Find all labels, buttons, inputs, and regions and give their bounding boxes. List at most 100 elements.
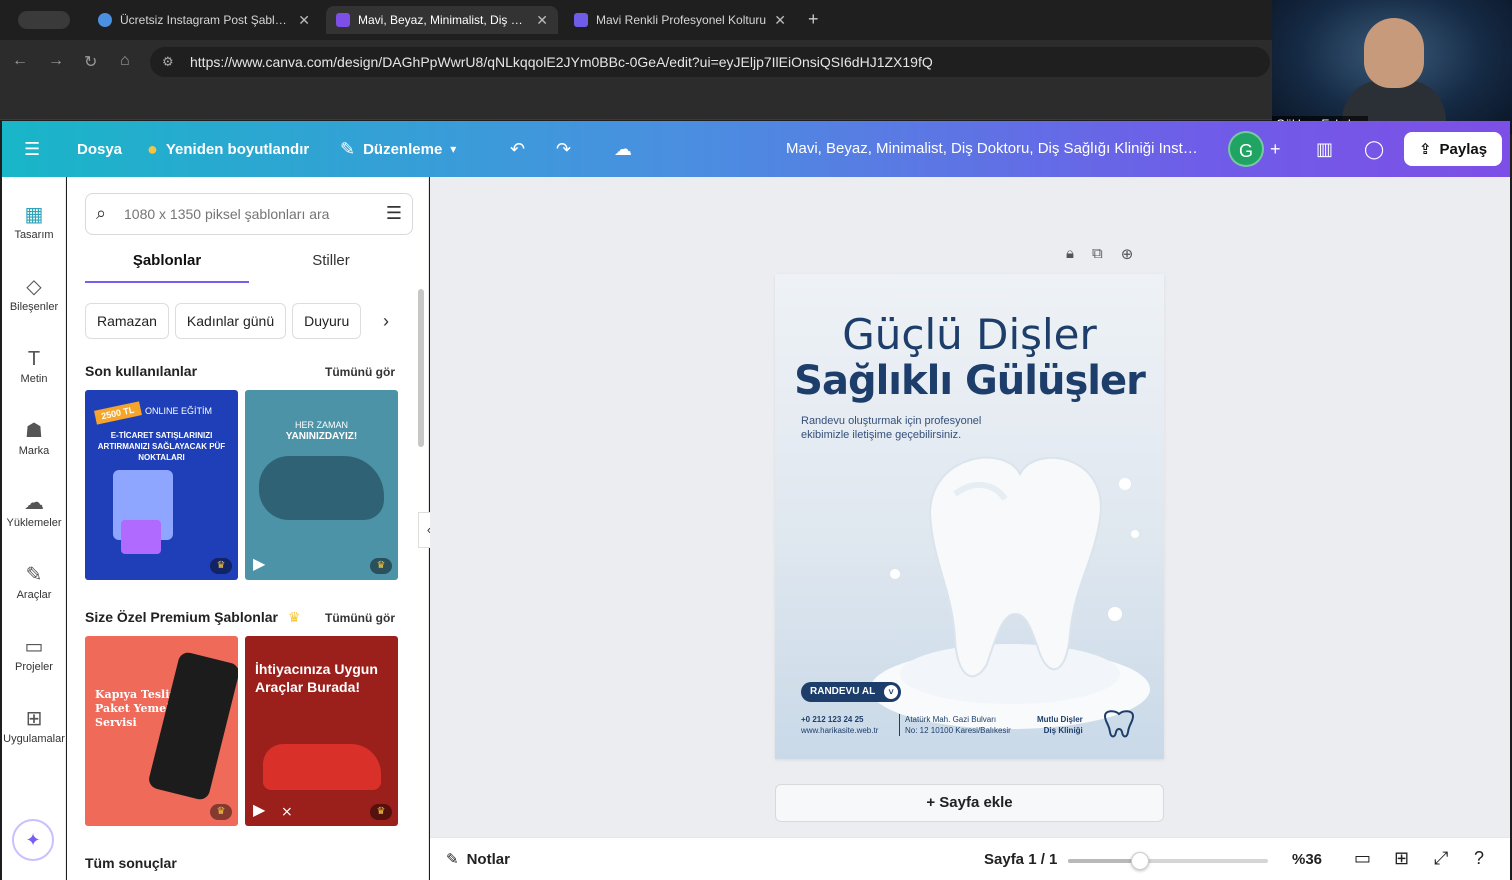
design-page[interactable]: Güçlü Dişler Sağlıklı Gülüşler Randevu o… xyxy=(775,274,1164,759)
tab-title: Mavi Renkli Profesyonel Kolturu xyxy=(596,13,767,27)
premium-title-text: Size Özel Premium Şablonlar xyxy=(85,609,278,625)
home-icon[interactable]: ⌂ xyxy=(120,52,130,70)
browser-tab-3[interactable]: Mavi Renkli Profesyonel Kolturu ✕ xyxy=(564,6,796,34)
design-address[interactable]: Atatürk Mah. Gazi Bulvarı No: 12 10100 K… xyxy=(905,714,1011,736)
rail-item-design[interactable]: ▦ Tasarım xyxy=(2,201,66,241)
main-menu-button[interactable]: ☰ xyxy=(24,121,40,177)
close-tab-icon[interactable]: ✕ xyxy=(536,12,548,29)
zoom-value[interactable]: %36 xyxy=(1292,851,1322,868)
chip-announcement[interactable]: Duyuru xyxy=(292,303,362,339)
apps-icon: ⊞ xyxy=(25,708,43,730)
cloud-save-status[interactable]: ☁ xyxy=(614,121,632,177)
grid-view-icon[interactable]: ⊞ xyxy=(1394,848,1409,869)
rail-label: Uygulamalar xyxy=(3,733,65,745)
design-cta-badge[interactable]: RANDEVU AL ˅ xyxy=(801,682,902,702)
mute-icon: ⨯ xyxy=(281,803,293,819)
crown-icon: ♛ xyxy=(210,558,232,574)
tab-styles[interactable]: Stiller xyxy=(249,249,413,283)
design-subtitle[interactable]: Randevu oluşturmak için profesyonel ekib… xyxy=(801,414,1011,442)
browser-tab-2[interactable]: Mavi, Beyaz, Minimalist, Diş Doktoru ✕ xyxy=(326,6,558,34)
template-search-input[interactable] xyxy=(124,203,374,225)
folder-icon: ▭ xyxy=(24,636,44,658)
close-tab-icon[interactable]: ✕ xyxy=(298,12,310,29)
thumb-tag: ONLINE EĞİTİM xyxy=(145,406,213,416)
webcam-overlay: Gökhan Eskalen xyxy=(1272,0,1512,134)
edit-mode-dropdown[interactable]: ✎ Düzenleme ▾ xyxy=(340,121,456,177)
chevron-right-icon[interactable]: › xyxy=(383,311,389,332)
add-page-button[interactable]: + Sayfa ekle xyxy=(775,784,1164,822)
panel-scrollbar[interactable] xyxy=(418,289,424,447)
file-menu-button[interactable]: Dosya xyxy=(77,121,122,177)
template-thumbnail[interactable]: 2500 TL ONLINE EĞİTİM E-TİCARET SATIŞLAR… xyxy=(85,390,238,580)
zoom-slider[interactable] xyxy=(1068,852,1268,870)
rail-item-elements[interactable]: ◇ Bileşenler xyxy=(2,273,66,313)
forward-icon[interactable]: → xyxy=(48,52,64,70)
help-icon[interactable]: ? xyxy=(1474,848,1484,869)
redo-button[interactable]: ↷ xyxy=(556,121,571,177)
comments-button[interactable]: ◯ xyxy=(1364,121,1384,177)
crown-icon: ♛ xyxy=(287,609,301,625)
close-tab-icon[interactable]: ✕ xyxy=(774,12,786,29)
play-icon: ▶ xyxy=(253,556,266,573)
rail-item-apps[interactable]: ⊞ Uygulamalar xyxy=(2,705,66,745)
template-thumbnail[interactable]: Kapıya Teslim Paket Yemek Servisi ♛ xyxy=(85,636,238,826)
rail-item-tools[interactable]: ✎ Araçlar xyxy=(2,561,66,601)
premium-see-all-link[interactable]: Tümünü gör xyxy=(325,611,395,625)
notes-button[interactable]: ✎ Notlar xyxy=(446,850,510,869)
filter-icon[interactable]: ☰ xyxy=(386,203,402,224)
zoom-slider-handle[interactable] xyxy=(1131,852,1149,870)
lock-icon[interactable]: 🔒︎ xyxy=(1066,245,1074,263)
site-settings-icon[interactable]: ⚙ xyxy=(162,47,174,77)
rail-item-brand[interactable]: ☗ Marka xyxy=(2,417,66,457)
design-headline-1[interactable]: Güçlü Dişler xyxy=(775,310,1164,359)
side-rail: ▦ Tasarım ◇ Bileşenler T Metin ☗ Marka ☁… xyxy=(2,177,66,880)
thumb-text: YANINIZDAYIZ! xyxy=(285,431,358,442)
url-field[interactable]: ⚙ https://www.canva.com/design/DAGhPpWwr… xyxy=(150,47,1270,77)
new-tab-button[interactable]: + xyxy=(808,9,819,30)
share-button[interactable]: ⇪ Paylaş xyxy=(1404,132,1502,166)
chip-womens-day[interactable]: Kadınlar günü xyxy=(174,303,287,339)
template-thumbnail[interactable]: İhtiyacınıza Uygun Araçlar Burada! ▶ ⨯ ♛ xyxy=(245,636,398,826)
premium-section-title: Size Özel Premium Şablonlar ♛ xyxy=(85,609,300,626)
add-collaborator-button[interactable]: + xyxy=(1270,121,1281,177)
add-page-icon[interactable]: ⊕ xyxy=(1121,245,1134,263)
clinic-line2: Diş Kliniği xyxy=(1043,726,1083,735)
presenter-face xyxy=(1364,18,1424,88)
share-label: Paylaş xyxy=(1439,140,1488,158)
page-view-icon[interactable]: ▭ xyxy=(1354,848,1371,869)
chip-ramazan[interactable]: Ramazan xyxy=(85,303,169,339)
cta-label: RANDEVU AL xyxy=(810,686,876,697)
rail-item-projects[interactable]: ▭ Projeler xyxy=(2,633,66,673)
reload-icon[interactable]: ↻ xyxy=(84,52,97,72)
duplicate-icon[interactable]: ⧉ xyxy=(1092,245,1103,263)
rail-item-text[interactable]: T Metin xyxy=(2,345,66,385)
insights-button[interactable]: ▥ xyxy=(1316,121,1333,177)
back-icon[interactable]: ← xyxy=(12,52,28,70)
undo-button[interactable]: ↶ xyxy=(510,121,525,177)
pencil-icon: ✎ xyxy=(340,138,356,159)
template-thumbnail[interactable]: HER ZAMAN YANINIZDAYIZ! ▶ ♛ xyxy=(245,390,398,580)
resize-button[interactable]: ● Yeniden boyutlandır xyxy=(147,121,309,177)
thumb-text: E-TİCARET SATIŞLARINIZI ARTIRMANIZI SAĞL… xyxy=(97,431,226,462)
tab-templates[interactable]: Şablonlar xyxy=(85,249,249,283)
share-icon: ⇪ xyxy=(1418,141,1432,158)
window-controls[interactable] xyxy=(18,11,70,29)
user-avatar[interactable]: G xyxy=(1228,131,1264,167)
fullscreen-icon[interactable]: ⤢ xyxy=(1434,848,1448,869)
design-contact[interactable]: +0 212 123 24 25 www.harikasite.web.tr xyxy=(801,714,878,736)
rail-item-uploads[interactable]: ☁ Yüklemeler xyxy=(2,489,66,529)
thumb-text: İhtiyacınıza Uygun Araçlar Burada! xyxy=(255,661,378,695)
recent-section-title: Son kullanılanlar xyxy=(85,363,198,379)
design-canvas: 🔒︎ ⧉ ⊕ Güçlü Dişler Sağlıklı Gülüşler Ra… xyxy=(430,177,1510,837)
crown-icon: ♛ xyxy=(210,804,232,820)
plus-icon: + xyxy=(1270,138,1281,159)
rail-label: Bileşenler xyxy=(9,301,59,313)
template-search-box[interactable]: ⌕ ☰ xyxy=(85,193,413,235)
document-title[interactable]: Mavi, Beyaz, Minimalist, Diş Doktoru, Di… xyxy=(786,121,1198,177)
design-headline-2[interactable]: Sağlıklı Gülüşler xyxy=(775,358,1164,404)
page-indicator[interactable]: Sayfa 1 / 1 xyxy=(984,851,1057,868)
browser-tab-1[interactable]: Ücretsiz Instagram Post Şablonları ✕ xyxy=(88,6,320,34)
magic-assistant-button[interactable]: ✦ xyxy=(12,819,54,861)
design-clinic-name[interactable]: Mutlu Dişler Diş Kliniği xyxy=(1037,714,1083,736)
recent-see-all-link[interactable]: Tümünü gör xyxy=(325,365,395,379)
